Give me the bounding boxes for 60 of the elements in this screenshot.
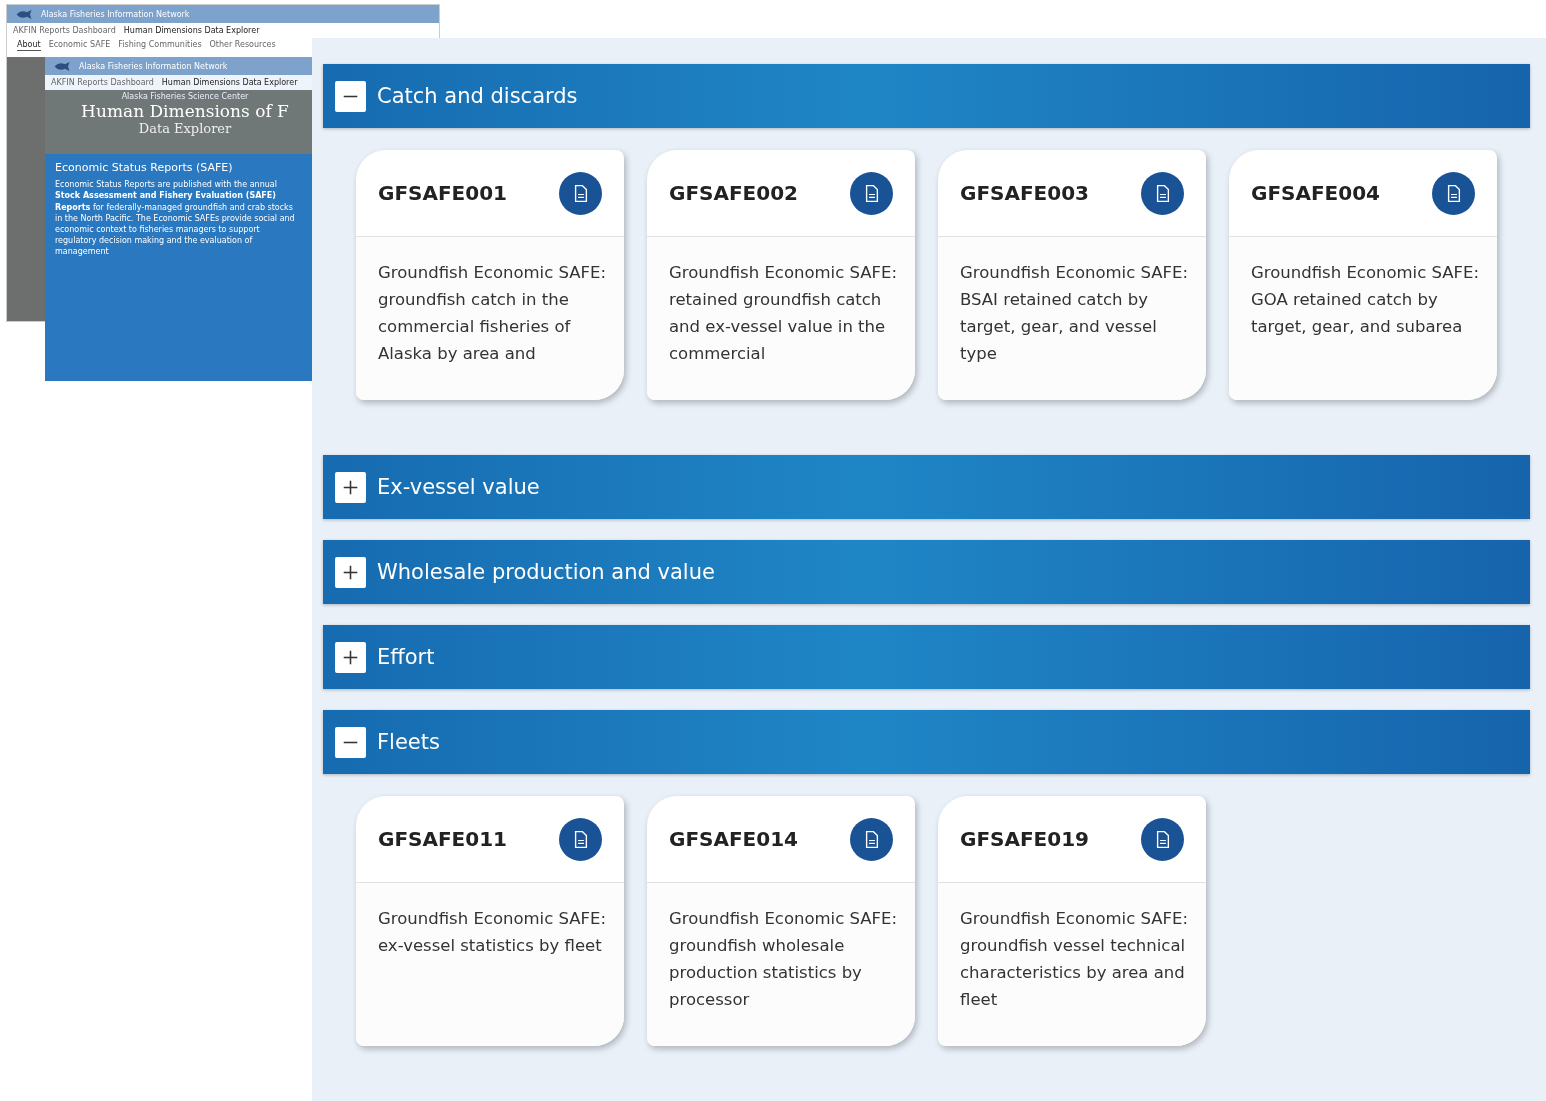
hero-title: Human Dimensions of F [81,101,289,121]
section-title: Fleets [377,730,440,754]
nav-tab[interactable]: Economic SAFE [48,40,111,51]
report-card[interactable]: GFSAFE011 Groundfish Economic SAFE: ex-vessel statistics by fleet [356,796,624,1046]
toggle-icon[interactable] [335,641,366,673]
document-icon[interactable] [559,171,602,215]
section-title: Effort [377,645,435,669]
document-icon[interactable] [850,171,893,215]
fish-logo-icon [53,60,71,72]
report-description: Groundfish Economic SAFE: groundfish vessel technical characteristics by area and fleet [938,883,1206,1046]
document-icon[interactable] [1432,171,1475,215]
document-icon[interactable] [1141,171,1184,215]
toggle-icon[interactable] [335,726,366,758]
site-title: Alaska Fisheries Information Network [79,61,228,71]
center-name: Alaska Fisheries Science Center [121,92,249,101]
section-header[interactable]: Catch and discards [323,64,1530,128]
report-description: Groundfish Economic SAFE: ex-vessel statistics by fleet [356,883,624,1046]
report-code: GFSAFE002 [669,181,799,205]
report-description: Groundfish Economic SAFE: groundfish wholesale production statistics by processor [647,883,915,1046]
report-description: Groundfish Economic SAFE: groundfish catch in the commercial fisheries of Alaska by area and [356,237,624,400]
fish-logo-icon [15,8,33,20]
document-icon[interactable] [1141,817,1184,861]
site-title: Alaska Fisheries Information Network [41,9,190,19]
nav-tab[interactable]: Other Resources [209,40,276,51]
report-card[interactable]: GFSAFE014 Groundfish Economic SAFE: groundfish wholesale production statistics by processor [647,796,915,1046]
nav-tab[interactable]: About [17,40,41,51]
report-card[interactable]: GFSAFE004 Groundfish Economic SAFE: GOA retained catch by target, gear, and subarea [1229,150,1497,400]
report-card[interactable]: GFSAFE003 Groundfish Economic SAFE: BSAI retained catch by target, gear, and vessel type [938,150,1206,400]
breadcrumb-link[interactable]: AKFIN Reports Dashboard [51,78,154,87]
report-code: GFSAFE004 [1251,181,1381,205]
report-code: GFSAFE003 [960,181,1090,205]
report-card[interactable]: GFSAFE001 Groundfish Economic SAFE: groundfish catch in the commercial fisheries of Alaska by area and [356,150,624,400]
toggle-icon[interactable] [335,471,366,503]
panel-title: Economic Status Reports (SAFE) [55,161,234,176]
hero-subtitle: Data Explorer [138,121,232,136]
section-title: Wholesale production and value [377,560,715,584]
report-description: Groundfish Economic SAFE: BSAI retained catch by target, gear, and vessel type [938,237,1206,400]
section-header[interactable]: Effort [323,625,1530,689]
section-header[interactable]: Ex-vessel value [323,455,1530,519]
section-header[interactable]: Fleets [323,710,1530,774]
report-code: GFSAFE019 [960,827,1090,851]
report-code: GFSAFE001 [378,181,508,205]
document-icon[interactable] [559,817,602,861]
report-code: GFSAFE014 [669,827,799,851]
report-card[interactable]: GFSAFE019 Groundfish Economic SAFE: groundfish vessel technical characteristics by area and fleet [938,796,1206,1046]
report-description: Groundfish Economic SAFE: retained groundfish catch and ex-vessel value in the commercial [647,237,915,400]
report-code: GFSAFE011 [378,827,508,851]
section-title: Catch and discards [377,84,578,108]
breadcrumb-link[interactable]: Human Dimensions Data Explorer [123,26,260,35]
breadcrumb-link[interactable]: AKFIN Reports Dashboard [13,26,116,35]
panel-text: Economic Status Reports are published with the annual Stock Assessment and Fishery Evaluation (SAFE) Reports for federally-managed groundfish and crab stocks in the North Pacific. The Economic SAFEs provide social and economic context to fisheries managers to support regulatory decision making and the evaluation of management [55,179,296,258]
section-title: Ex-vessel value [377,475,540,499]
breadcrumb-link[interactable]: Human Dimensions Data Explorer [161,78,298,87]
report-description: Groundfish Economic SAFE: GOA retained catch by target, gear, and subarea [1229,237,1497,400]
nav-tab[interactable]: Fishing Communities [118,40,202,51]
toggle-icon[interactable] [335,556,366,588]
report-card[interactable]: GFSAFE002 Groundfish Economic SAFE: retained groundfish catch and ex-vessel value in the commercial [647,150,915,400]
section-header[interactable]: Wholesale production and value [323,540,1530,604]
toggle-icon[interactable] [335,80,366,112]
document-icon[interactable] [850,817,893,861]
